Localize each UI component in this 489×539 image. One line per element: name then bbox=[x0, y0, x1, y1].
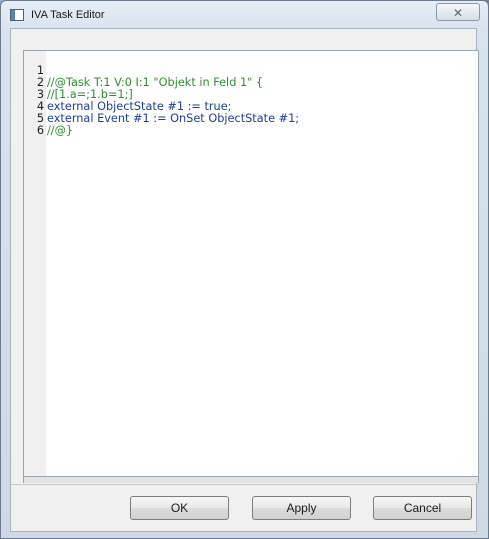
code-editor[interactable]: 1 //@Task T:1 V:0 I:1 "Objekt in Feld 1"… bbox=[23, 50, 479, 477]
line-text: //@} bbox=[47, 124, 74, 137]
code-line: 3 external ObjectState #1 := true; bbox=[24, 77, 478, 113]
code-line: 2 //[1.a=;1.b=1;] bbox=[24, 65, 478, 101]
line-number: 6 bbox=[36, 124, 44, 137]
code-line: 4 external Event #1 := OnSet ObjectState… bbox=[24, 89, 478, 125]
cancel-button[interactable]: Cancel bbox=[373, 496, 472, 520]
window-icon bbox=[10, 9, 24, 21]
code-line: 1 //@Task T:1 V:0 I:1 "Objekt in Feld 1"… bbox=[24, 53, 478, 89]
code-line: 5 //@} bbox=[24, 101, 478, 137]
apply-button[interactable]: Apply bbox=[252, 496, 351, 520]
code-line: 6 bbox=[24, 113, 478, 137]
horizontal-scrollbar[interactable] bbox=[23, 477, 479, 483]
close-button[interactable]: ✕ bbox=[436, 3, 480, 21]
divider bbox=[11, 484, 476, 485]
window-title: IVA Task Editor bbox=[31, 9, 105, 21]
ok-button[interactable]: OK bbox=[130, 496, 229, 520]
title-bar[interactable]: IVA Task Editor ✕ bbox=[1, 1, 488, 29]
code-text[interactable]: 1 //@Task T:1 V:0 I:1 "Objekt in Feld 1"… bbox=[24, 53, 478, 137]
